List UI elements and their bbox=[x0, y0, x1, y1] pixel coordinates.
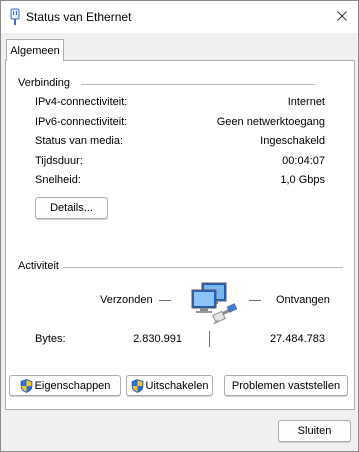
diagnose-button[interactable]: Problemen vaststellen bbox=[224, 375, 348, 396]
received-dash bbox=[249, 300, 261, 301]
status-window: Status van Ethernet Algemeen Verbinding … bbox=[0, 0, 359, 452]
activity-heading: Activiteit bbox=[18, 260, 63, 272]
connection-divider bbox=[81, 84, 315, 85]
bytes-received-value: 27.484.783 bbox=[269, 333, 325, 345]
bytes-separator bbox=[209, 331, 210, 347]
media-status-label: Status van media: bbox=[35, 135, 124, 147]
connection-heading: Verbinding bbox=[18, 77, 74, 89]
uac-shield-icon bbox=[20, 378, 32, 393]
sent-label: Verzonden bbox=[100, 294, 153, 306]
disable-button-label: Uitschakelen bbox=[145, 379, 209, 392]
ipv6-value: Geen netwerktoegang bbox=[216, 116, 325, 128]
disable-button[interactable]: Uitschakelen bbox=[126, 375, 213, 396]
diagnose-button-label: Problemen vaststellen bbox=[231, 379, 341, 392]
duration-value: 00:04:07 bbox=[282, 155, 325, 167]
details-button-label: Details... bbox=[50, 202, 93, 214]
details-button[interactable]: Details... bbox=[35, 197, 108, 219]
ipv4-label: IPv4-connectiviteit: bbox=[35, 96, 128, 108]
bytes-label: Bytes: bbox=[35, 333, 66, 345]
speed-label: Snelheid: bbox=[35, 174, 81, 186]
media-status-value: Ingeschakeld bbox=[260, 135, 325, 147]
sent-dash bbox=[159, 300, 171, 301]
ipv4-value: Internet bbox=[287, 96, 325, 108]
window-title: Status van Ethernet bbox=[26, 10, 132, 24]
close-window-button[interactable] bbox=[328, 3, 356, 29]
duration-label: Tijdsduur: bbox=[35, 155, 83, 167]
close-icon bbox=[337, 11, 347, 21]
activity-divider bbox=[63, 267, 343, 268]
ethernet-plug-icon bbox=[10, 8, 20, 25]
network-computers-icon bbox=[191, 282, 238, 325]
properties-button-label: Eigenschappen bbox=[34, 379, 111, 392]
close-button[interactable]: Sluiten bbox=[278, 420, 351, 442]
ipv6-label: IPv6-connectiviteit: bbox=[35, 116, 128, 128]
speed-value: 1,0 Gbps bbox=[280, 174, 325, 186]
tab-general-label: Algemeen bbox=[10, 44, 60, 57]
bytes-sent-value: 2.830.991 bbox=[133, 333, 182, 345]
properties-button[interactable]: Eigenschappen bbox=[9, 375, 121, 396]
received-label: Ontvangen bbox=[276, 294, 330, 306]
uac-shield-icon bbox=[131, 378, 143, 393]
tab-general[interactable]: Algemeen bbox=[6, 39, 64, 61]
tab-panel: Verbinding IPv4-connectiviteit: Internet… bbox=[5, 60, 355, 410]
close-button-label: Sluiten bbox=[297, 425, 332, 437]
title-bar[interactable]: Status van Ethernet bbox=[1, 1, 358, 33]
